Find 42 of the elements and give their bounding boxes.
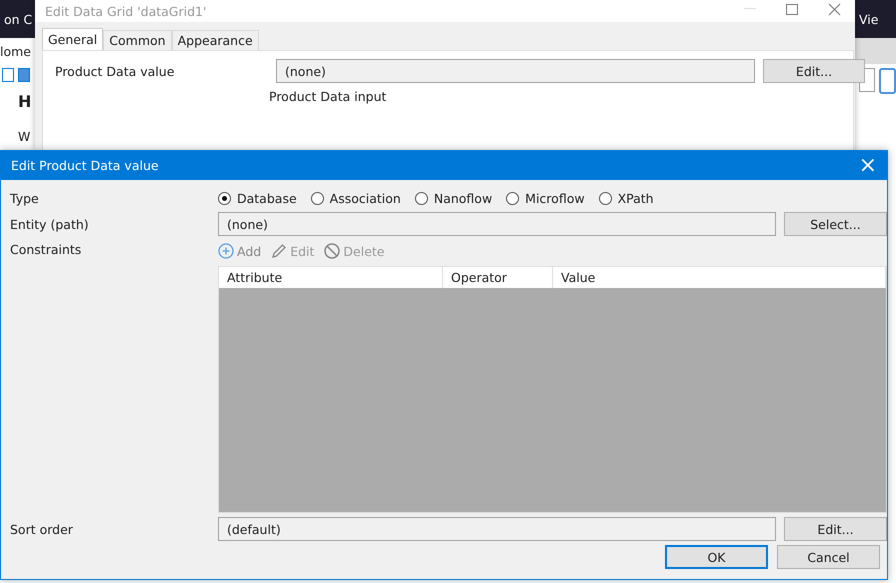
sort-label: Sort order (10, 522, 74, 536)
field-label: Product Data value (55, 64, 176, 78)
dialog-button[interactable]: OK (665, 545, 768, 569)
tab[interactable]: Appearance (172, 30, 259, 50)
radio-option[interactable]: Nanoflow (414, 190, 492, 206)
window-title: Edit Data Grid 'dataGrid1' (45, 4, 206, 18)
plus-icon (218, 243, 234, 259)
constraints-label: Constraints (10, 241, 82, 257)
select-button[interactable]: Select... (784, 212, 887, 236)
hint-text: Product Data input (268, 88, 388, 104)
radio-icon[interactable] (414, 192, 428, 204)
radio-option[interactable]: Microflow (506, 190, 585, 206)
dialog-title: Edit Product Data value (11, 158, 159, 173)
radio-icon[interactable] (310, 192, 324, 204)
prohibited-icon (324, 243, 340, 259)
sort-field[interactable]: (default) (218, 517, 776, 541)
input-field[interactable] (879, 68, 896, 94)
value-field[interactable]: (none) (276, 59, 755, 83)
tab[interactable]: General (42, 28, 104, 50)
heading-text: H (17, 91, 32, 111)
app-tab-title[interactable]: Vie (859, 12, 878, 26)
edit-button[interactable]: Edit... (763, 59, 865, 83)
radio-icon[interactable] (218, 192, 231, 204)
close-icon[interactable] (828, 2, 841, 16)
pencil-icon (271, 243, 288, 259)
radio-option[interactable]: Database (218, 190, 297, 206)
maximize-icon[interactable] (786, 4, 798, 14)
app-tab-title[interactable]: on C (4, 12, 32, 26)
radio-option[interactable]: Association (310, 190, 401, 206)
page-text: W (17, 128, 32, 144)
radio-icon[interactable] (598, 192, 612, 204)
ribbon-tab[interactable]: lome (0, 44, 31, 59)
entity-label: Entity (path) (10, 216, 90, 232)
edit-button[interactable]: Edit... (784, 517, 887, 541)
entity-field[interactable]: (none) (218, 212, 776, 236)
tab[interactable]: Common (103, 30, 172, 50)
type-label: Type (10, 190, 40, 206)
checkbox-icon[interactable] (2, 68, 14, 82)
dialog-button[interactable]: Cancel (777, 545, 880, 569)
radio-option[interactable]: XPath (598, 190, 654, 206)
radio-icon[interactable] (506, 192, 520, 204)
close-button[interactable]: × (858, 154, 877, 176)
